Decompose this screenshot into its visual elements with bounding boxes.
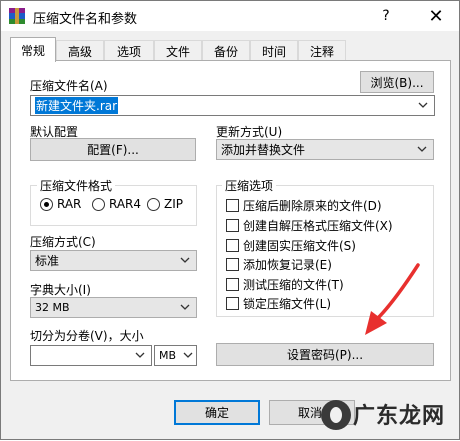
- close-button[interactable]: ✕: [413, 1, 459, 31]
- winrar-app-icon: [9, 8, 25, 24]
- dictionary-value: 32 MB: [35, 301, 70, 314]
- option-delete-after-label: 压缩后删除原来的文件(D): [243, 199, 382, 213]
- red-arrow-annotation: [365, 263, 420, 335]
- update-mode-value: 添加并替换文件: [221, 143, 306, 157]
- dialog-window: 压缩文件名和参数 ? ✕ 常规 高级 选项 文件 备份 时间 注释 压缩文件名(…: [0, 0, 460, 440]
- update-mode-label: 更新方式(U): [216, 125, 283, 139]
- checkbox-icon: [226, 219, 239, 232]
- format-zip-label: ZIP: [164, 197, 183, 211]
- checkbox-icon: [226, 278, 239, 291]
- chevron-down-icon: [417, 146, 427, 152]
- checkbox-icon: [226, 199, 239, 212]
- option-recovery-label: 添加恢复记录(E): [243, 258, 332, 272]
- split-label: 切分为分卷(V)，大小: [30, 329, 144, 343]
- radio-icon: [147, 197, 160, 211]
- archive-name-field[interactable]: 新建文件夹.rar: [30, 95, 435, 116]
- watermark-text: 广东龙网: [353, 404, 446, 429]
- tab-files[interactable]: 文件: [154, 40, 202, 61]
- archive-name-label: 压缩文件名(A): [30, 79, 108, 93]
- dictionary-label: 字典大小(I): [30, 283, 91, 297]
- window-title: 压缩文件名和参数: [33, 12, 138, 27]
- title-bar: 压缩文件名和参数 ? ✕: [1, 1, 459, 31]
- option-sfx[interactable]: 创建自解压格式压缩文件(X): [226, 217, 393, 234]
- option-solid-label: 创建固实压缩文件(S): [243, 239, 356, 253]
- chevron-down-icon: [180, 257, 190, 263]
- checkbox-icon: [226, 239, 239, 252]
- tab-time[interactable]: 时间: [250, 40, 298, 61]
- option-solid[interactable]: 创建固实压缩文件(S): [226, 237, 356, 254]
- chevron-down-icon: [135, 352, 145, 358]
- tab-general[interactable]: 常规: [10, 37, 56, 62]
- ok-button[interactable]: 确定: [174, 400, 260, 425]
- set-password-button[interactable]: 设置密码(P)...: [216, 343, 434, 366]
- tab-advanced[interactable]: 高级: [56, 40, 104, 61]
- help-button[interactable]: ?: [363, 1, 409, 31]
- watermark-logo-icon: [321, 400, 351, 430]
- format-radio-rar4[interactable]: RAR4: [92, 197, 141, 211]
- tab-backup[interactable]: 备份: [202, 40, 250, 61]
- radio-selected-icon: [40, 197, 53, 211]
- option-test-label: 测试压缩的文件(T): [243, 278, 344, 292]
- method-select[interactable]: 标准: [30, 250, 197, 271]
- format-radio-zip[interactable]: ZIP: [147, 197, 183, 211]
- tab-options[interactable]: 选项: [104, 40, 154, 61]
- radio-icon: [92, 197, 105, 211]
- option-lock-label: 锁定压缩文件(L): [243, 297, 332, 311]
- format-radio-rar[interactable]: RAR: [40, 197, 81, 211]
- browse-button[interactable]: 浏览(B)...: [360, 71, 434, 93]
- options-legend: 压缩选项: [222, 177, 277, 194]
- option-delete-after[interactable]: 压缩后删除原来的文件(D): [226, 197, 382, 214]
- format-rar4-label: RAR4: [109, 197, 142, 211]
- watermark: 广东龙网: [319, 394, 460, 441]
- profile-button[interactable]: 配置(F)...: [30, 138, 196, 161]
- chevron-down-icon[interactable]: [416, 98, 430, 112]
- split-unit-value: MB: [159, 349, 177, 362]
- checkbox-icon: [226, 297, 239, 310]
- option-sfx-label: 创建自解压格式压缩文件(X): [243, 219, 393, 233]
- split-unit-select[interactable]: MB: [154, 345, 197, 366]
- dictionary-select[interactable]: 32 MB: [30, 297, 197, 318]
- option-test[interactable]: 测试压缩的文件(T): [226, 276, 344, 293]
- option-recovery[interactable]: 添加恢复记录(E): [226, 256, 332, 273]
- format-legend: 压缩文件格式: [37, 177, 116, 194]
- chevron-down-icon: [180, 304, 190, 310]
- checkbox-icon: [226, 258, 239, 271]
- update-mode-select[interactable]: 添加并替换文件: [216, 139, 434, 160]
- chevron-down-icon: [183, 352, 193, 358]
- method-label: 压缩方式(C): [30, 235, 96, 249]
- archive-name-value: 新建文件夹.rar: [35, 97, 119, 114]
- split-size-input[interactable]: [30, 345, 152, 366]
- format-rar-label: RAR: [57, 197, 82, 211]
- option-lock[interactable]: 锁定压缩文件(L): [226, 295, 331, 312]
- tab-comment[interactable]: 注释: [298, 40, 346, 61]
- method-value: 标准: [35, 254, 60, 268]
